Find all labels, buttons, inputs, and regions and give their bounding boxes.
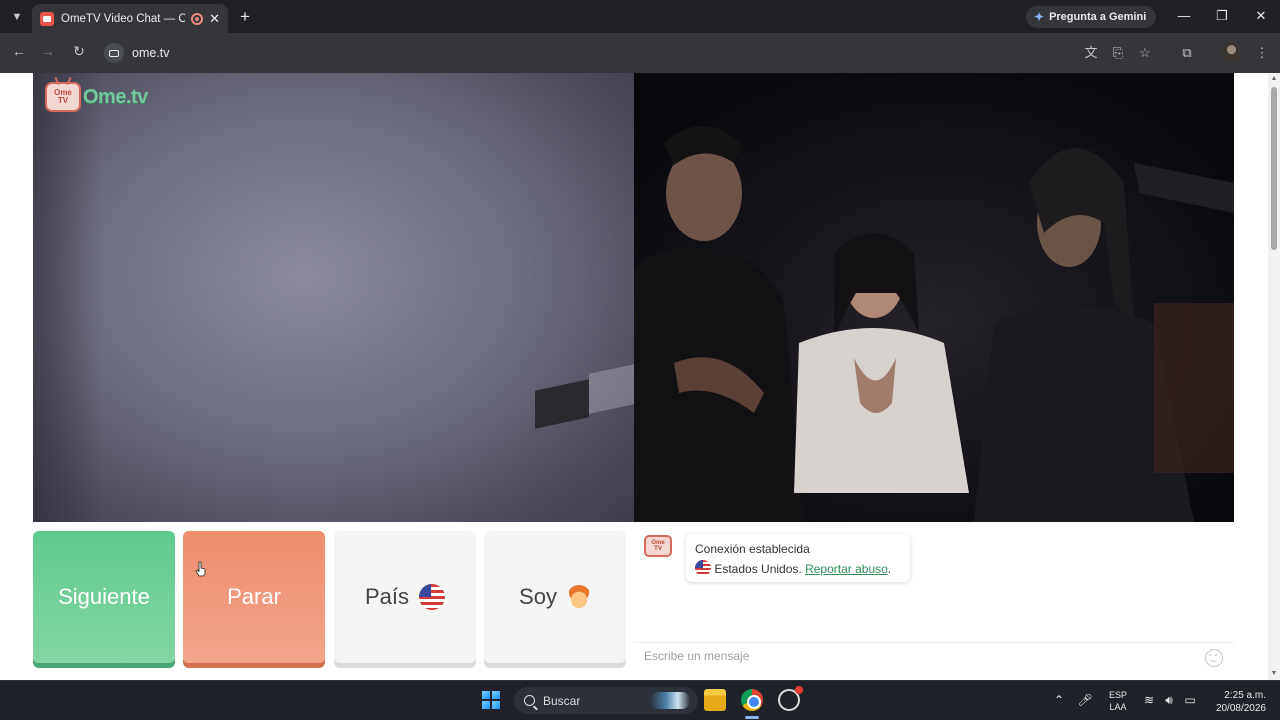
report-abuse-link[interactable]: Reportar abuso (805, 562, 888, 576)
new-tab-plus-icon[interactable]: + (236, 7, 254, 27)
tab-close-icon[interactable]: ✕ (209, 11, 220, 27)
boy-icon (566, 585, 591, 609)
window-close-icon[interactable]: ✕ (1253, 8, 1269, 24)
scroll-up-icon[interactable]: ▲ (1270, 75, 1278, 83)
kebab-menu-icon[interactable]: ⋮ (1254, 45, 1270, 61)
browser-toolbar: ← → ↻ ome.tv 文 ⎘ ☆ ⧉ ⋮ (0, 33, 1280, 73)
search-highlight-art (650, 692, 690, 709)
gender-button-label: Soy (519, 584, 557, 609)
us-flag-small-icon (695, 560, 711, 576)
video-object-dark (535, 379, 589, 429)
back-arrow-icon[interactable]: ← (10, 43, 28, 59)
battery-icon[interactable]: ▭ (1182, 693, 1198, 707)
chat-input-row (634, 642, 1234, 673)
volume-icon[interactable]: 🔊︎ (1161, 693, 1177, 708)
country-button-label: País (364, 584, 410, 609)
tab-favicon-icon (40, 11, 54, 26)
input-language[interactable]: ESP LAA (1108, 689, 1128, 713)
ometv-logo[interactable]: Ome TV Ome.tv (45, 81, 148, 113)
windows-start-icon[interactable] (482, 691, 500, 709)
reload-icon[interactable]: ↻ (70, 43, 88, 60)
star-icon[interactable]: ☆ (1137, 45, 1153, 61)
logo-wordmark: Ome.tv (83, 85, 148, 108)
report-suffix: . (887, 562, 892, 576)
minimize-icon[interactable]: — (1176, 8, 1192, 23)
chat-panel: Ome TV Conexión establecida Estados Unido… (634, 522, 1234, 673)
active-app-indicator (745, 716, 759, 719)
tab-title: OmeTV Video Chat — Ome (61, 12, 186, 25)
file-explorer-icon[interactable] (704, 689, 726, 711)
page-scrollbar[interactable]: ▲ ▼ (1268, 73, 1280, 680)
video-shadow (33, 73, 103, 522)
country-button[interactable]: País (334, 531, 476, 663)
local-video: Ome TV Ome.tv (33, 73, 634, 522)
app-notification-icon[interactable] (778, 686, 803, 711)
maximize-icon[interactable]: ❐ (1214, 8, 1230, 24)
taskbar-search[interactable]: Buscar (514, 687, 698, 714)
chat-tv-icon: Ome TV (644, 535, 672, 557)
us-flag-icon (419, 584, 446, 610)
partner-country: Estados Unidos. (714, 562, 802, 576)
profile-avatar[interactable] (1222, 43, 1241, 62)
gender-button[interactable]: Soy (484, 531, 626, 663)
puzzle-icon[interactable]: ⧉ (1179, 45, 1195, 61)
stop-button[interactable]: Parar (183, 531, 325, 663)
video-object-light (589, 364, 634, 414)
scroll-thumb[interactable] (1271, 87, 1277, 250)
windows-taskbar: Buscar ⌃ 🎤︎ ESP LAA ≋ 🔊︎ ▭ 2:25 a.m. 20/… (0, 680, 1280, 720)
tab-search-chevron-down-icon[interactable]: ▼ (6, 6, 28, 28)
next-button[interactable]: Siguiente (33, 531, 175, 663)
partner-country-line: Estados Unidos. Reportar abuso. (695, 559, 901, 579)
site-info-camera-icon[interactable] (104, 43, 124, 63)
scroll-down-icon[interactable]: ▼ (1270, 670, 1278, 678)
remote-video (634, 73, 1234, 522)
chevron-up-icon[interactable]: ⌃ (1051, 693, 1067, 707)
message-input[interactable] (644, 649, 1184, 663)
stop-button-label: Parar (227, 584, 281, 609)
cast-icon[interactable]: ⎘ (1110, 45, 1126, 61)
wifi-icon[interactable]: ≋ (1141, 693, 1157, 707)
taskbar-search-label: Buscar (543, 693, 581, 708)
next-button-label: Siguiente (58, 584, 150, 609)
page-viewport: Ome TV Ome.tv Siguiente Parar País Soy O… (0, 73, 1280, 680)
smiley-icon[interactable] (1205, 649, 1223, 667)
url-text: ome.tv (132, 46, 170, 60)
gemini-button[interactable]: ✦ Pregunta a Gemini (1026, 6, 1157, 28)
browser-tab[interactable]: OmeTV Video Chat — Ome ✕ (32, 4, 228, 33)
forward-arrow-icon[interactable]: → (39, 43, 57, 59)
chrome-icon[interactable] (741, 689, 763, 711)
gemini-button-label: Pregunta a Gemini (1049, 11, 1147, 23)
logo-tv-icon: Ome TV (45, 82, 81, 112)
remote-video-scene (634, 73, 1234, 522)
search-icon (524, 695, 535, 706)
microphone-icon[interactable]: 🎤︎ (1077, 693, 1093, 707)
gemini-sparkle-icon: ✦ (1034, 10, 1045, 24)
system-clock[interactable]: 2:25 a.m. 20/08/2026 (1206, 689, 1266, 715)
hand-cursor-icon (195, 561, 206, 577)
recording-indicator-icon (191, 12, 204, 25)
address-bar[interactable]: ome.tv (100, 38, 1210, 68)
system-message: Conexión establecida Estados Unidos. Rep… (686, 534, 910, 582)
translate-icon[interactable]: 文 (1083, 45, 1099, 61)
connection-status: Conexión establecida (695, 542, 810, 556)
browser-tab-bar: ▼ OmeTV Video Chat — Ome ✕ + ✦ Pregunta … (0, 0, 1280, 33)
